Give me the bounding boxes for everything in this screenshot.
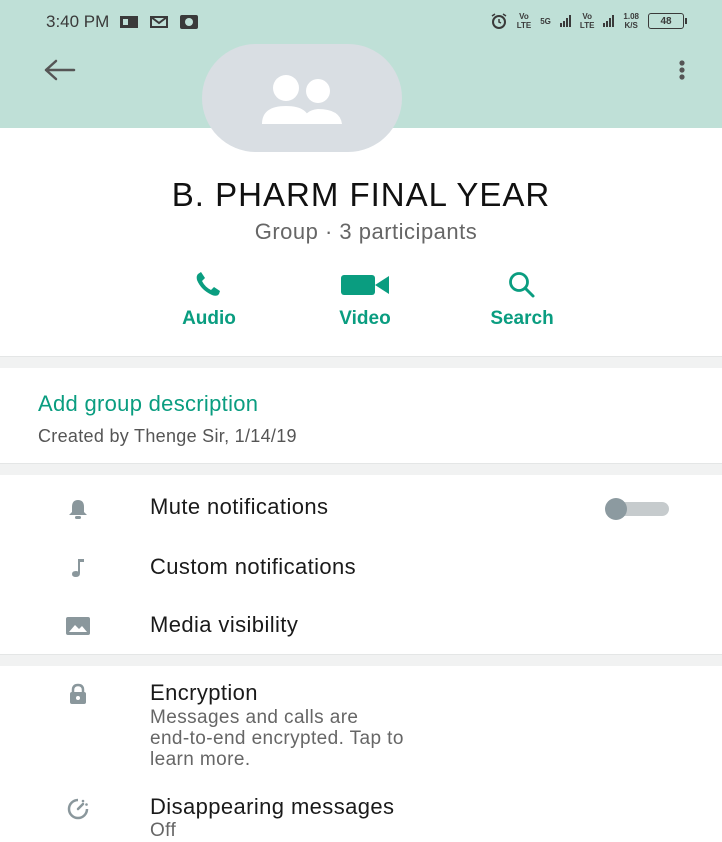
disappearing-messages-value: Off <box>150 820 177 841</box>
encryption-title: Encryption <box>150 680 258 705</box>
encryption-row[interactable] <box>0 676 722 772</box>
toggle-knob <box>605 498 627 520</box>
section-divider <box>0 463 722 475</box>
audio-call-button[interactable]: Audio <box>144 268 274 338</box>
custom-notifications-row[interactable] <box>0 544 722 594</box>
video-camera-icon <box>341 275 389 295</box>
volte-indicator-2: Vo LTE <box>579 12 595 30</box>
video-label: Video <box>339 308 391 329</box>
video-call-button[interactable]: Video <box>300 268 430 338</box>
status-left: 3:40 PM <box>46 12 199 32</box>
photo-notification-icon <box>180 15 199 29</box>
back-button[interactable] <box>40 56 80 86</box>
encryption-description-line-3: learn more. <box>150 749 251 770</box>
battery-icon: 48 <box>648 13 687 29</box>
volte-indicator-1: Vo LTE <box>516 12 532 30</box>
encryption-description-line-1: Messages and calls are <box>150 707 359 728</box>
created-by-text: Created by Thenge Sir, 1/14/19 <box>38 426 297 446</box>
section-divider <box>0 356 722 368</box>
more-vert-icon <box>679 60 685 80</box>
signal-icon-1 <box>559 15 571 27</box>
group-subtitle: Group · 3 participants <box>254 219 478 244</box>
lock-icon-wrap <box>58 682 98 706</box>
media-visibility-label: Media visibility <box>150 612 299 637</box>
bell-icon <box>69 500 87 519</box>
section-divider <box>0 654 722 666</box>
phone-icon <box>196 272 220 296</box>
alarm-icon <box>491 13 507 29</box>
lock-icon <box>70 683 86 704</box>
encryption-description-line-2: end-to-end encrypted. Tap to <box>150 728 404 749</box>
timer-icon <box>67 798 89 820</box>
mute-notifications-label: Mute notifications <box>150 494 329 519</box>
media-visibility-row[interactable] <box>0 602 722 652</box>
custom-notifications-label: Custom notifications <box>150 554 357 579</box>
music-icon-wrap <box>58 556 98 580</box>
search-label: Search <box>490 308 554 329</box>
overflow-menu-button[interactable] <box>670 56 694 86</box>
add-group-description-link[interactable]: Add group description <box>38 391 258 417</box>
status-right: Vo LTE 5G Vo LTE 1.08 K/S 48 <box>490 12 687 30</box>
network-speed: 1.08 K/S <box>623 12 639 30</box>
group-name: B. PHARM FINAL YEAR <box>171 176 551 213</box>
image-icon <box>66 617 90 635</box>
bell-icon-wrap <box>58 498 98 520</box>
audio-label: Audio <box>182 308 236 329</box>
mute-toggle[interactable] <box>605 498 671 520</box>
battery-level: 48 <box>660 15 672 27</box>
back-arrow-icon <box>44 59 76 81</box>
image-icon-wrap <box>58 616 98 636</box>
signal-icon-2 <box>603 15 615 27</box>
search-icon <box>509 272 535 298</box>
5g-indicator: 5G <box>540 16 551 26</box>
status-time: 3:40 PM <box>46 12 110 31</box>
status-bar: 3:40 PM Vo LTE 5G Vo LTE 1.08 K/S 48 <box>0 0 722 40</box>
gmail-icon <box>150 16 169 28</box>
timer-icon-wrap <box>58 797 98 821</box>
group-icon <box>262 75 342 124</box>
group-avatar[interactable] <box>202 44 402 152</box>
disappearing-messages-title: Disappearing messages <box>150 794 395 819</box>
music-note-icon <box>72 559 84 577</box>
notification-app-icon <box>120 16 139 28</box>
search-button[interactable]: Search <box>457 268 587 338</box>
